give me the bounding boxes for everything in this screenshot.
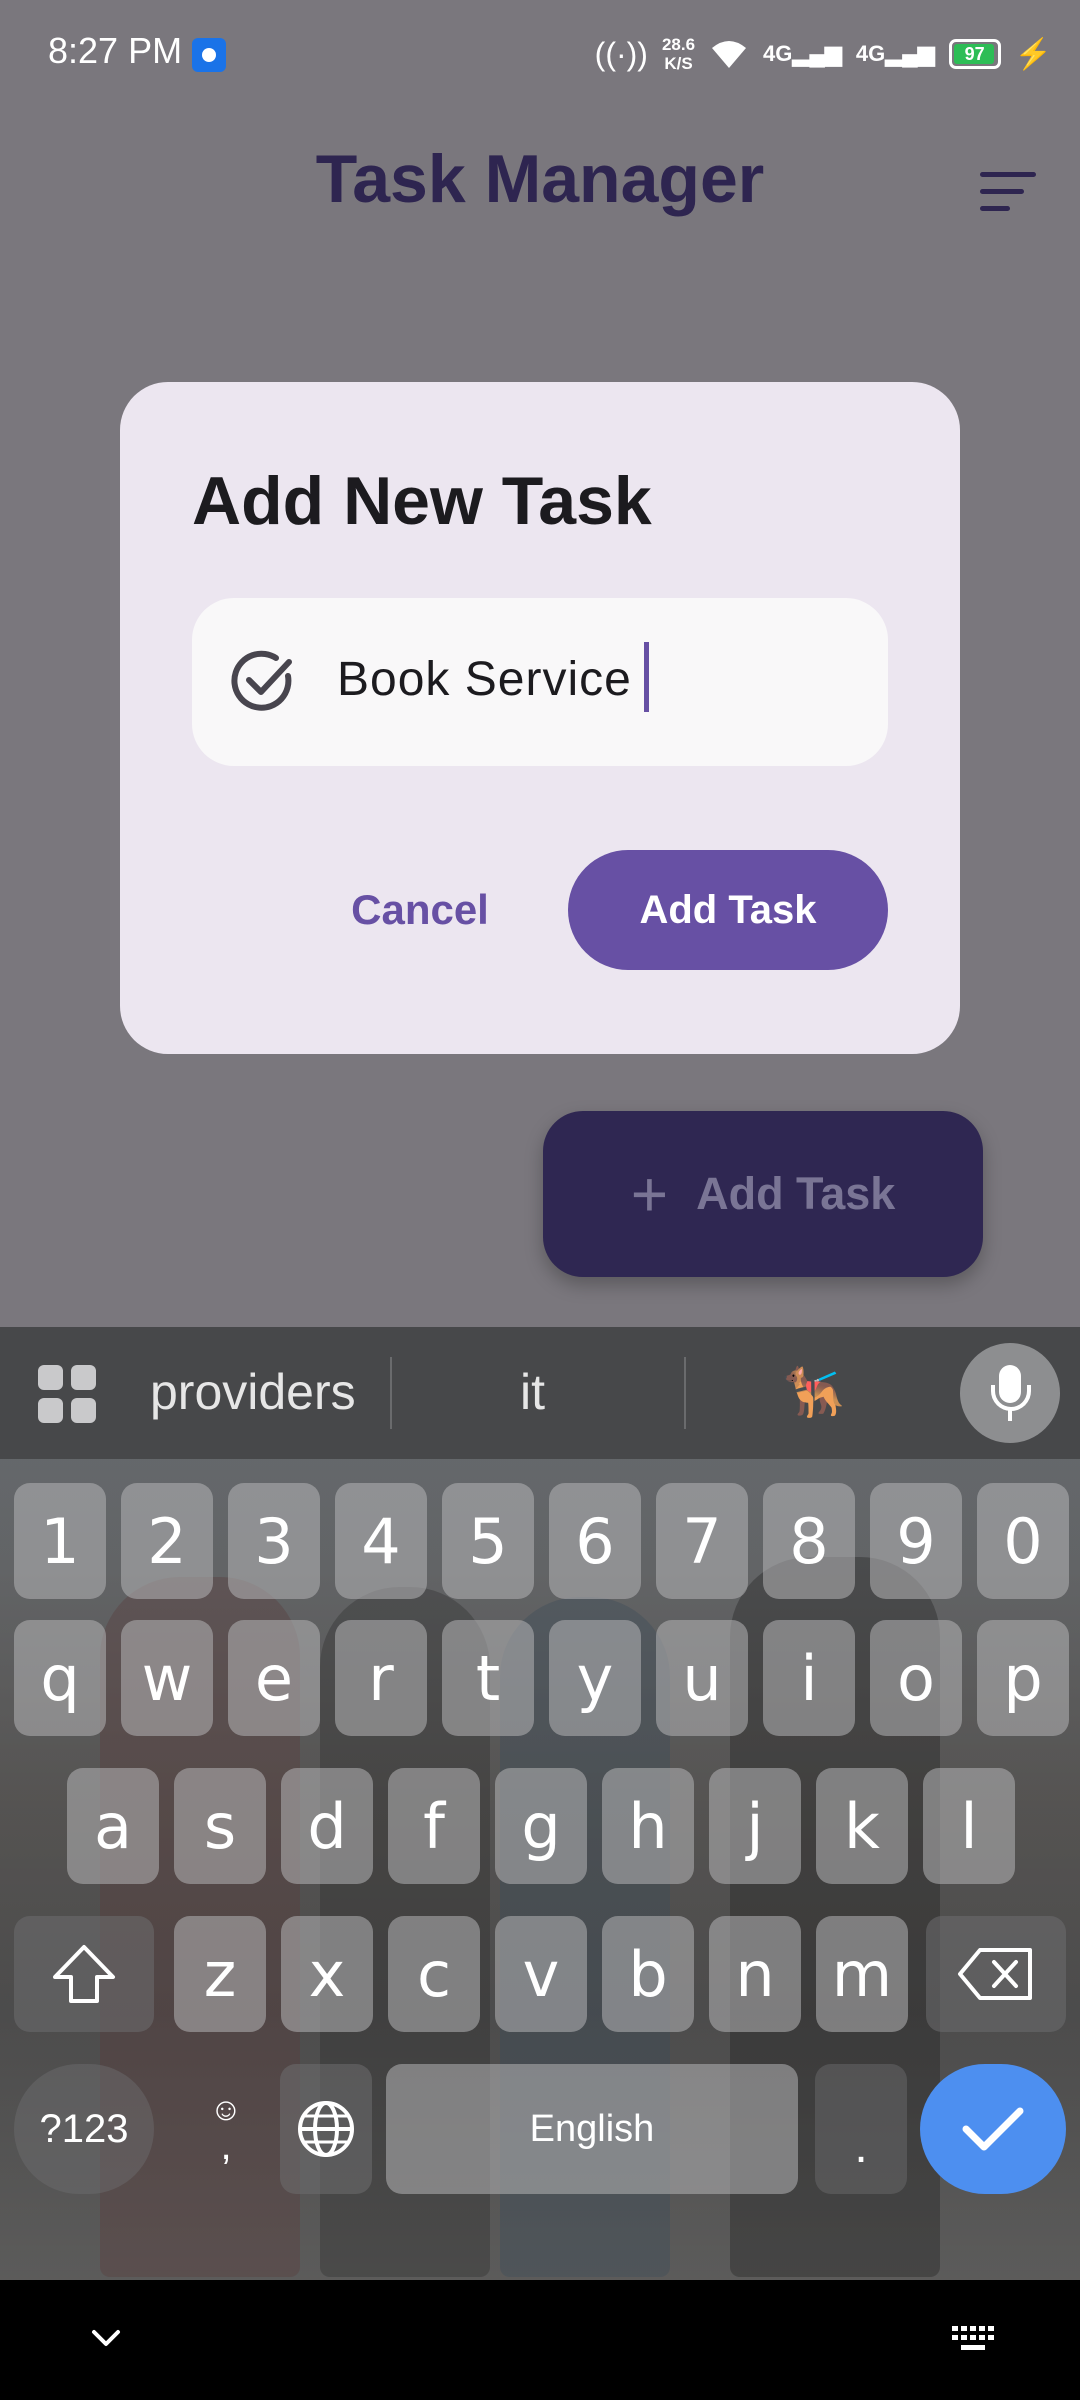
cancel-button[interactable]: Cancel <box>340 850 500 970</box>
key-n[interactable]: n <box>709 1916 801 2032</box>
key-p[interactable]: p <box>977 1620 1069 1736</box>
key-8[interactable]: 8 <box>763 1483 855 1599</box>
add-task-fab: + Add Task <box>543 1111 983 1277</box>
key-2[interactable]: 2 <box>121 1483 213 1599</box>
add-task-dialog: Add New Task Book Service Cancel Add Tas… <box>120 382 960 1054</box>
key-5[interactable]: 5 <box>442 1483 534 1599</box>
apps-grid-icon[interactable] <box>38 1365 96 1423</box>
wifi-icon <box>712 41 747 68</box>
key-o[interactable]: o <box>870 1620 962 1736</box>
key-0[interactable]: 0 <box>977 1483 1069 1599</box>
network-type-1: 4G <box>763 41 793 66</box>
key-c[interactable]: c <box>388 1916 480 2032</box>
sort-menu-icon[interactable] <box>980 170 1036 214</box>
dialog-title: Add New Task <box>192 463 652 539</box>
cell-signal-2: 4G▂▄▆ <box>855 41 935 66</box>
hotspot-icon: ((·)) <box>594 35 648 72</box>
shift-icon[interactable] <box>14 1916 154 2032</box>
task-input-field[interactable]: Book Service <box>192 598 888 766</box>
navigation-bar <box>0 2280 1080 2400</box>
key-6[interactable]: 6 <box>549 1483 641 1599</box>
charging-icon: ⚡ <box>1014 37 1052 71</box>
comma-label: , <box>220 2124 232 2168</box>
soft-keyboard: providers it 🐕‍🦺 1234567890 qwertyuiop asd… <box>0 1327 1080 2280</box>
key-3[interactable]: 3 <box>228 1483 320 1599</box>
key-k[interactable]: k <box>816 1768 908 1884</box>
task-input-value: Book Service <box>337 653 632 706</box>
period-key[interactable]: . <box>815 2064 907 2194</box>
key-w[interactable]: w <box>121 1620 213 1736</box>
space-key[interactable]: English <box>386 2064 798 2194</box>
language-key[interactable] <box>280 2064 372 2194</box>
add-task-button[interactable]: Add Task <box>568 850 888 970</box>
suggestion-1[interactable]: providers <box>150 1363 356 1421</box>
page-title: Task Manager <box>315 141 765 217</box>
text-caret <box>643 642 649 713</box>
battery-icon: 97 <box>948 39 1001 69</box>
key-y[interactable]: y <box>549 1620 641 1736</box>
key-j[interactable]: j <box>709 1768 801 1884</box>
key-9[interactable]: 9 <box>870 1483 962 1599</box>
key-l[interactable]: l <box>923 1768 1015 1884</box>
fab-label: Add Task <box>696 1168 896 1219</box>
done-key[interactable] <box>920 2064 1066 2194</box>
key-g[interactable]: g <box>495 1768 587 1884</box>
battery-level: 97 <box>964 43 985 64</box>
keyboard-switch-icon[interactable] <box>950 2324 998 2354</box>
network-speed: 28.6 K/S <box>662 35 695 73</box>
key-s[interactable]: s <box>174 1768 266 1884</box>
check-circle-icon <box>231 650 292 711</box>
checkmark-icon <box>962 2107 1024 2151</box>
key-7[interactable]: 7 <box>656 1483 748 1599</box>
key-e[interactable]: e <box>228 1620 320 1736</box>
backspace-icon[interactable] <box>926 1916 1066 2032</box>
key-4[interactable]: 4 <box>335 1483 427 1599</box>
suggestion-divider <box>684 1357 686 1429</box>
emoji-comma-key[interactable]: ☺ , <box>180 2064 272 2194</box>
key-a[interactable]: a <box>67 1768 159 1884</box>
speed-unit: K/S <box>664 54 693 73</box>
task-input-text[interactable]: Book Service <box>337 642 649 713</box>
suggestion-divider <box>390 1357 392 1429</box>
status-icons: ((·)) 28.6 K/S 4G▂▄▆ 4G▂▄▆ 97 ⚡ <box>595 30 1052 78</box>
suggestion-bar: providers it 🐕‍🦺 <box>0 1327 1080 1459</box>
key-f[interactable]: f <box>388 1768 480 1884</box>
globe-icon <box>298 2101 354 2157</box>
key-q[interactable]: q <box>14 1620 106 1736</box>
key-i[interactable]: i <box>763 1620 855 1736</box>
key-x[interactable]: x <box>281 1916 373 2032</box>
key-v[interactable]: v <box>495 1916 587 2032</box>
status-bar: 8:27 PM ((·)) 28.6 K/S 4G▂▄▆ 4G▂▄▆ 97 ⚡ <box>0 0 1080 100</box>
key-t[interactable]: t <box>442 1620 534 1736</box>
key-1[interactable]: 1 <box>14 1483 106 1599</box>
key-d[interactable]: d <box>281 1768 373 1884</box>
key-u[interactable]: u <box>656 1620 748 1736</box>
suggestion-3[interactable]: 🐕‍🦺 <box>782 1363 844 1422</box>
plus-icon: + <box>630 1158 669 1230</box>
symbols-key[interactable]: ?123 <box>14 2064 154 2194</box>
hide-keyboard-icon[interactable] <box>88 2320 124 2356</box>
cell-signal-1: 4G▂▄▆ <box>763 41 842 66</box>
key-z[interactable]: z <box>174 1916 266 2032</box>
mic-icon[interactable] <box>960 1343 1060 1443</box>
key-r[interactable]: r <box>335 1620 427 1736</box>
emoji-icon: ☺ <box>209 2091 243 2127</box>
suggestion-2[interactable]: it <box>520 1363 545 1421</box>
network-type-2: 4G <box>855 41 886 66</box>
key-b[interactable]: b <box>602 1916 694 2032</box>
speed-value: 28.6 <box>661 35 696 54</box>
key-h[interactable]: h <box>602 1768 694 1884</box>
key-m[interactable]: m <box>816 1916 908 2032</box>
status-time: 8:27 PM <box>48 30 183 71</box>
app-notification-icon <box>192 38 226 72</box>
